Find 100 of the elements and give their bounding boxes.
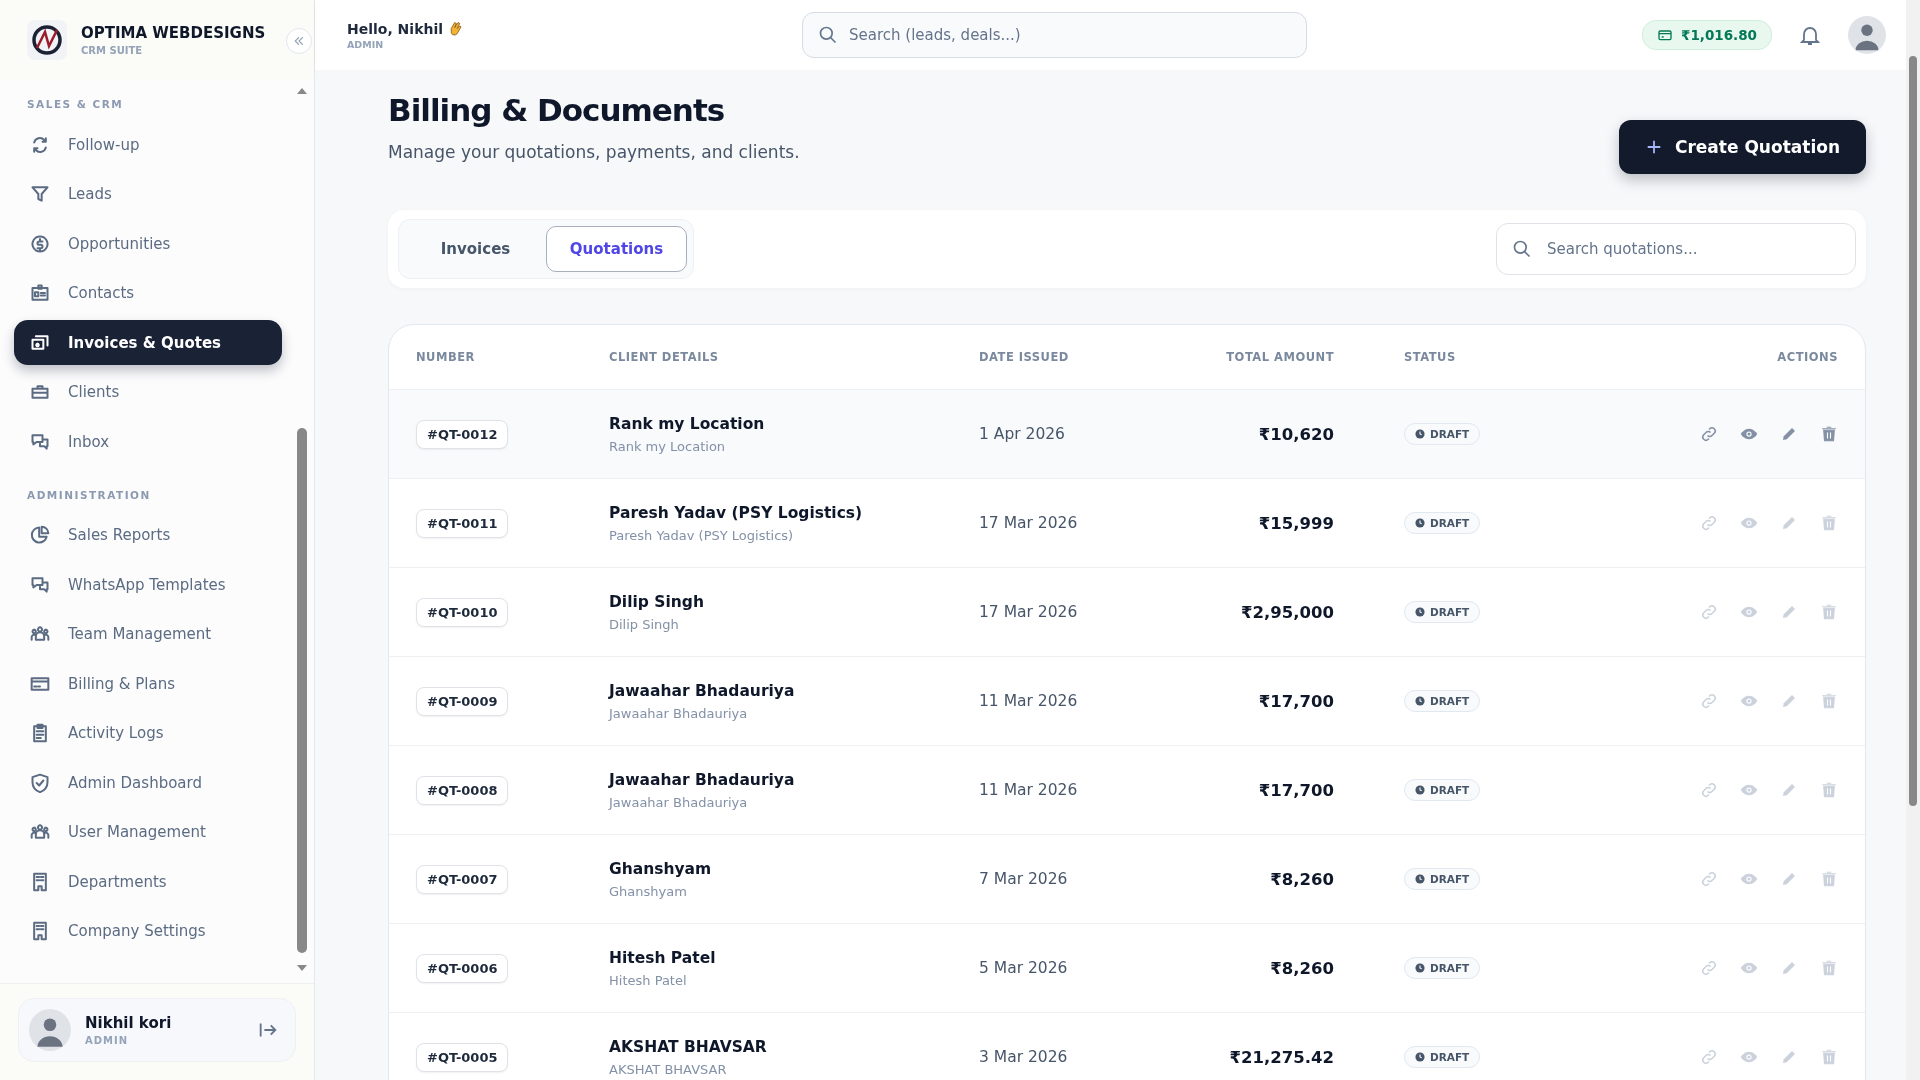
pencil-icon[interactable] (1780, 603, 1798, 621)
wallet-balance[interactable]: ₹1,016.80 (1642, 20, 1772, 50)
date-issued: 11 Mar 2026 (979, 781, 1078, 799)
table-row[interactable]: #QT-0008 Jawaahar Bhadauriya Jawaahar Bhadauriya 11 Mar 2026 ₹17,700 DRAFT (389, 746, 1865, 835)
greeting: Hello, Nikhil (347, 20, 443, 37)
status-badge: DRAFT (1404, 512, 1481, 534)
sidebar-item[interactable]: Clients (14, 369, 282, 415)
chat-icon (30, 431, 50, 452)
column-header: STATUS (1403, 350, 1457, 364)
search-field[interactable]: Search (leads, deals...) (802, 12, 1307, 58)
total-amount: ₹17,700 (1258, 691, 1334, 711)
double-chevron-icon (293, 35, 305, 47)
client-name: Jawaahar Bhadauriya (609, 770, 796, 789)
status-badge: DRAFT (1404, 1046, 1481, 1068)
page-subtitle: Manage your quotations, payments, and clients. (388, 142, 800, 162)
trash-icon[interactable] (1820, 959, 1838, 977)
pencil-icon[interactable] (1780, 959, 1798, 977)
status-badge: DRAFT (1404, 690, 1481, 712)
quotation-number[interactable]: #QT-0012 (416, 419, 509, 449)
sidebar-item[interactable]: Departments (14, 859, 282, 904)
team-icon (30, 624, 50, 644)
sidebar-item[interactable]: Contacts (14, 270, 282, 316)
team-icon (30, 822, 50, 842)
quotation-number[interactable]: #QT-0011 (416, 508, 509, 538)
sidebar-item[interactable]: Admin Dashboard (14, 760, 282, 805)
building-icon (30, 921, 50, 941)
client-name: Ghanshyam (609, 859, 713, 878)
table-row[interactable]: #QT-0005 AKSHAT BHAVSAR AKSHAT BHAVSAR 3 Mar 2026 ₹21,275.42 DRAFT (389, 1013, 1865, 1080)
date-issued: 3 Mar 2026 (979, 1048, 1068, 1066)
sidebar-item[interactable]: User Management (14, 809, 282, 855)
table-row[interactable]: #QT-0010 Dilip Singh Dilip Singh 17 Mar 2026 ₹2,95,000 DRAFT (389, 568, 1865, 657)
logo-icon (27, 20, 67, 60)
tab[interactable]: Quotations (546, 226, 687, 272)
trash-icon[interactable] (1820, 692, 1838, 710)
table-row[interactable]: #QT-0012 Rank my Location Rank my Location 1 Apr 2026 ₹10,620 DRAFT (389, 390, 1865, 479)
quotation-number[interactable]: #QT-0007 (416, 864, 509, 894)
link-icon[interactable] (1700, 870, 1718, 888)
column-header: NUMBER (416, 350, 476, 364)
quotation-number[interactable]: #QT-0008 (416, 775, 509, 805)
pencil-icon[interactable] (1780, 514, 1798, 532)
tab[interactable]: Invoices (405, 226, 546, 272)
client-contact: Jawaahar Bhadauriya (609, 705, 749, 721)
search-field[interactable]: Search quotations... (1496, 223, 1856, 275)
sidebar-item[interactable]: Opportunities (14, 221, 282, 266)
quotation-number[interactable]: #QT-0009 (416, 686, 509, 716)
table-row[interactable]: #QT-0006 Hitesh Patel Hitesh Patel 5 Mar 2026 ₹8,260 DRAFT (389, 924, 1865, 1013)
quotation-number[interactable]: #QT-0005 (416, 1042, 509, 1072)
status-badge: DRAFT (1404, 957, 1481, 979)
pencil-icon[interactable] (1780, 425, 1798, 443)
documents-icon (30, 332, 50, 353)
scrollbar[interactable] (1906, 0, 1920, 1080)
link-icon[interactable] (1700, 514, 1718, 532)
trash-icon[interactable] (1820, 425, 1838, 443)
create-quotation-button[interactable]: Create Quotation (1619, 120, 1866, 174)
collapse-button[interactable] (286, 28, 312, 54)
sidebar-item[interactable]: Invoices & Quotes (14, 320, 282, 365)
sidebar-item[interactable]: Sales Reports (14, 512, 282, 558)
user-role: ADMIN (347, 39, 385, 50)
sidebar-item[interactable]: Activity Logs (14, 710, 282, 756)
total-amount: ₹17,700 (1258, 780, 1334, 800)
trash-icon[interactable] (1820, 781, 1838, 799)
pencil-icon[interactable] (1780, 1048, 1798, 1066)
pie-chart-icon (30, 525, 50, 545)
total-amount: ₹8,260 (1270, 958, 1334, 978)
client-name: Jawaahar Bhadauriya (609, 681, 796, 700)
link-icon[interactable] (1700, 425, 1718, 443)
user-card[interactable]: Nikhil kori ADMIN (18, 998, 296, 1062)
client-contact: AKSHAT BHAVSAR (609, 1061, 728, 1077)
sidebar-item[interactable]: Team Management (14, 611, 282, 657)
link-icon[interactable] (1700, 692, 1718, 710)
trash-icon[interactable] (1820, 514, 1838, 532)
table-row[interactable]: #QT-0007 Ghanshyam Ghanshyam 7 Mar 2026 ₹8,260 DRAFT (389, 835, 1865, 924)
pencil-icon[interactable] (1780, 870, 1798, 888)
pencil-icon[interactable] (1780, 692, 1798, 710)
column-header: TOTAL AMOUNT (1225, 350, 1334, 364)
table-row[interactable]: #QT-0011 Paresh Yadav (PSY Logistics) Paresh Yadav (PSY Logistics) 17 Mar 2026 ₹15,999 DRAFT (389, 479, 1865, 568)
sidebar-item[interactable]: Leads (14, 171, 282, 217)
link-icon[interactable] (1700, 781, 1718, 799)
total-amount: ₹15,999 (1258, 513, 1334, 533)
trash-icon[interactable] (1820, 870, 1838, 888)
quotation-number[interactable]: #QT-0010 (416, 597, 509, 627)
sidebar-item[interactable]: Company Settings (14, 908, 282, 954)
avatar-icon[interactable] (1848, 16, 1886, 54)
sidebar-item[interactable]: Billing & Plans (14, 661, 282, 706)
column-header: ACTIONS (1776, 350, 1838, 364)
trash-icon[interactable] (1820, 603, 1838, 621)
sidebar-item[interactable]: Follow-up (14, 122, 282, 167)
sidebar-item[interactable]: Inbox (14, 419, 282, 464)
link-icon[interactable] (1700, 959, 1718, 977)
quotation-number[interactable]: #QT-0006 (416, 953, 509, 983)
table-row[interactable]: #QT-0009 Jawaahar Bhadauriya Jawaahar Bhadauriya 11 Mar 2026 ₹17,700 DRAFT (389, 657, 1865, 746)
sidebar-item[interactable]: WhatsApp Templates (14, 562, 282, 607)
total-amount: ₹8,260 (1270, 869, 1334, 889)
pencil-icon[interactable] (1780, 781, 1798, 799)
link-icon[interactable] (1700, 1048, 1718, 1066)
trash-icon[interactable] (1820, 1048, 1838, 1066)
client-name: Paresh Yadav (PSY Logistics) (609, 503, 864, 522)
date-issued: 1 Apr 2026 (979, 425, 1065, 443)
funnel-icon (30, 184, 50, 204)
link-icon[interactable] (1700, 603, 1718, 621)
